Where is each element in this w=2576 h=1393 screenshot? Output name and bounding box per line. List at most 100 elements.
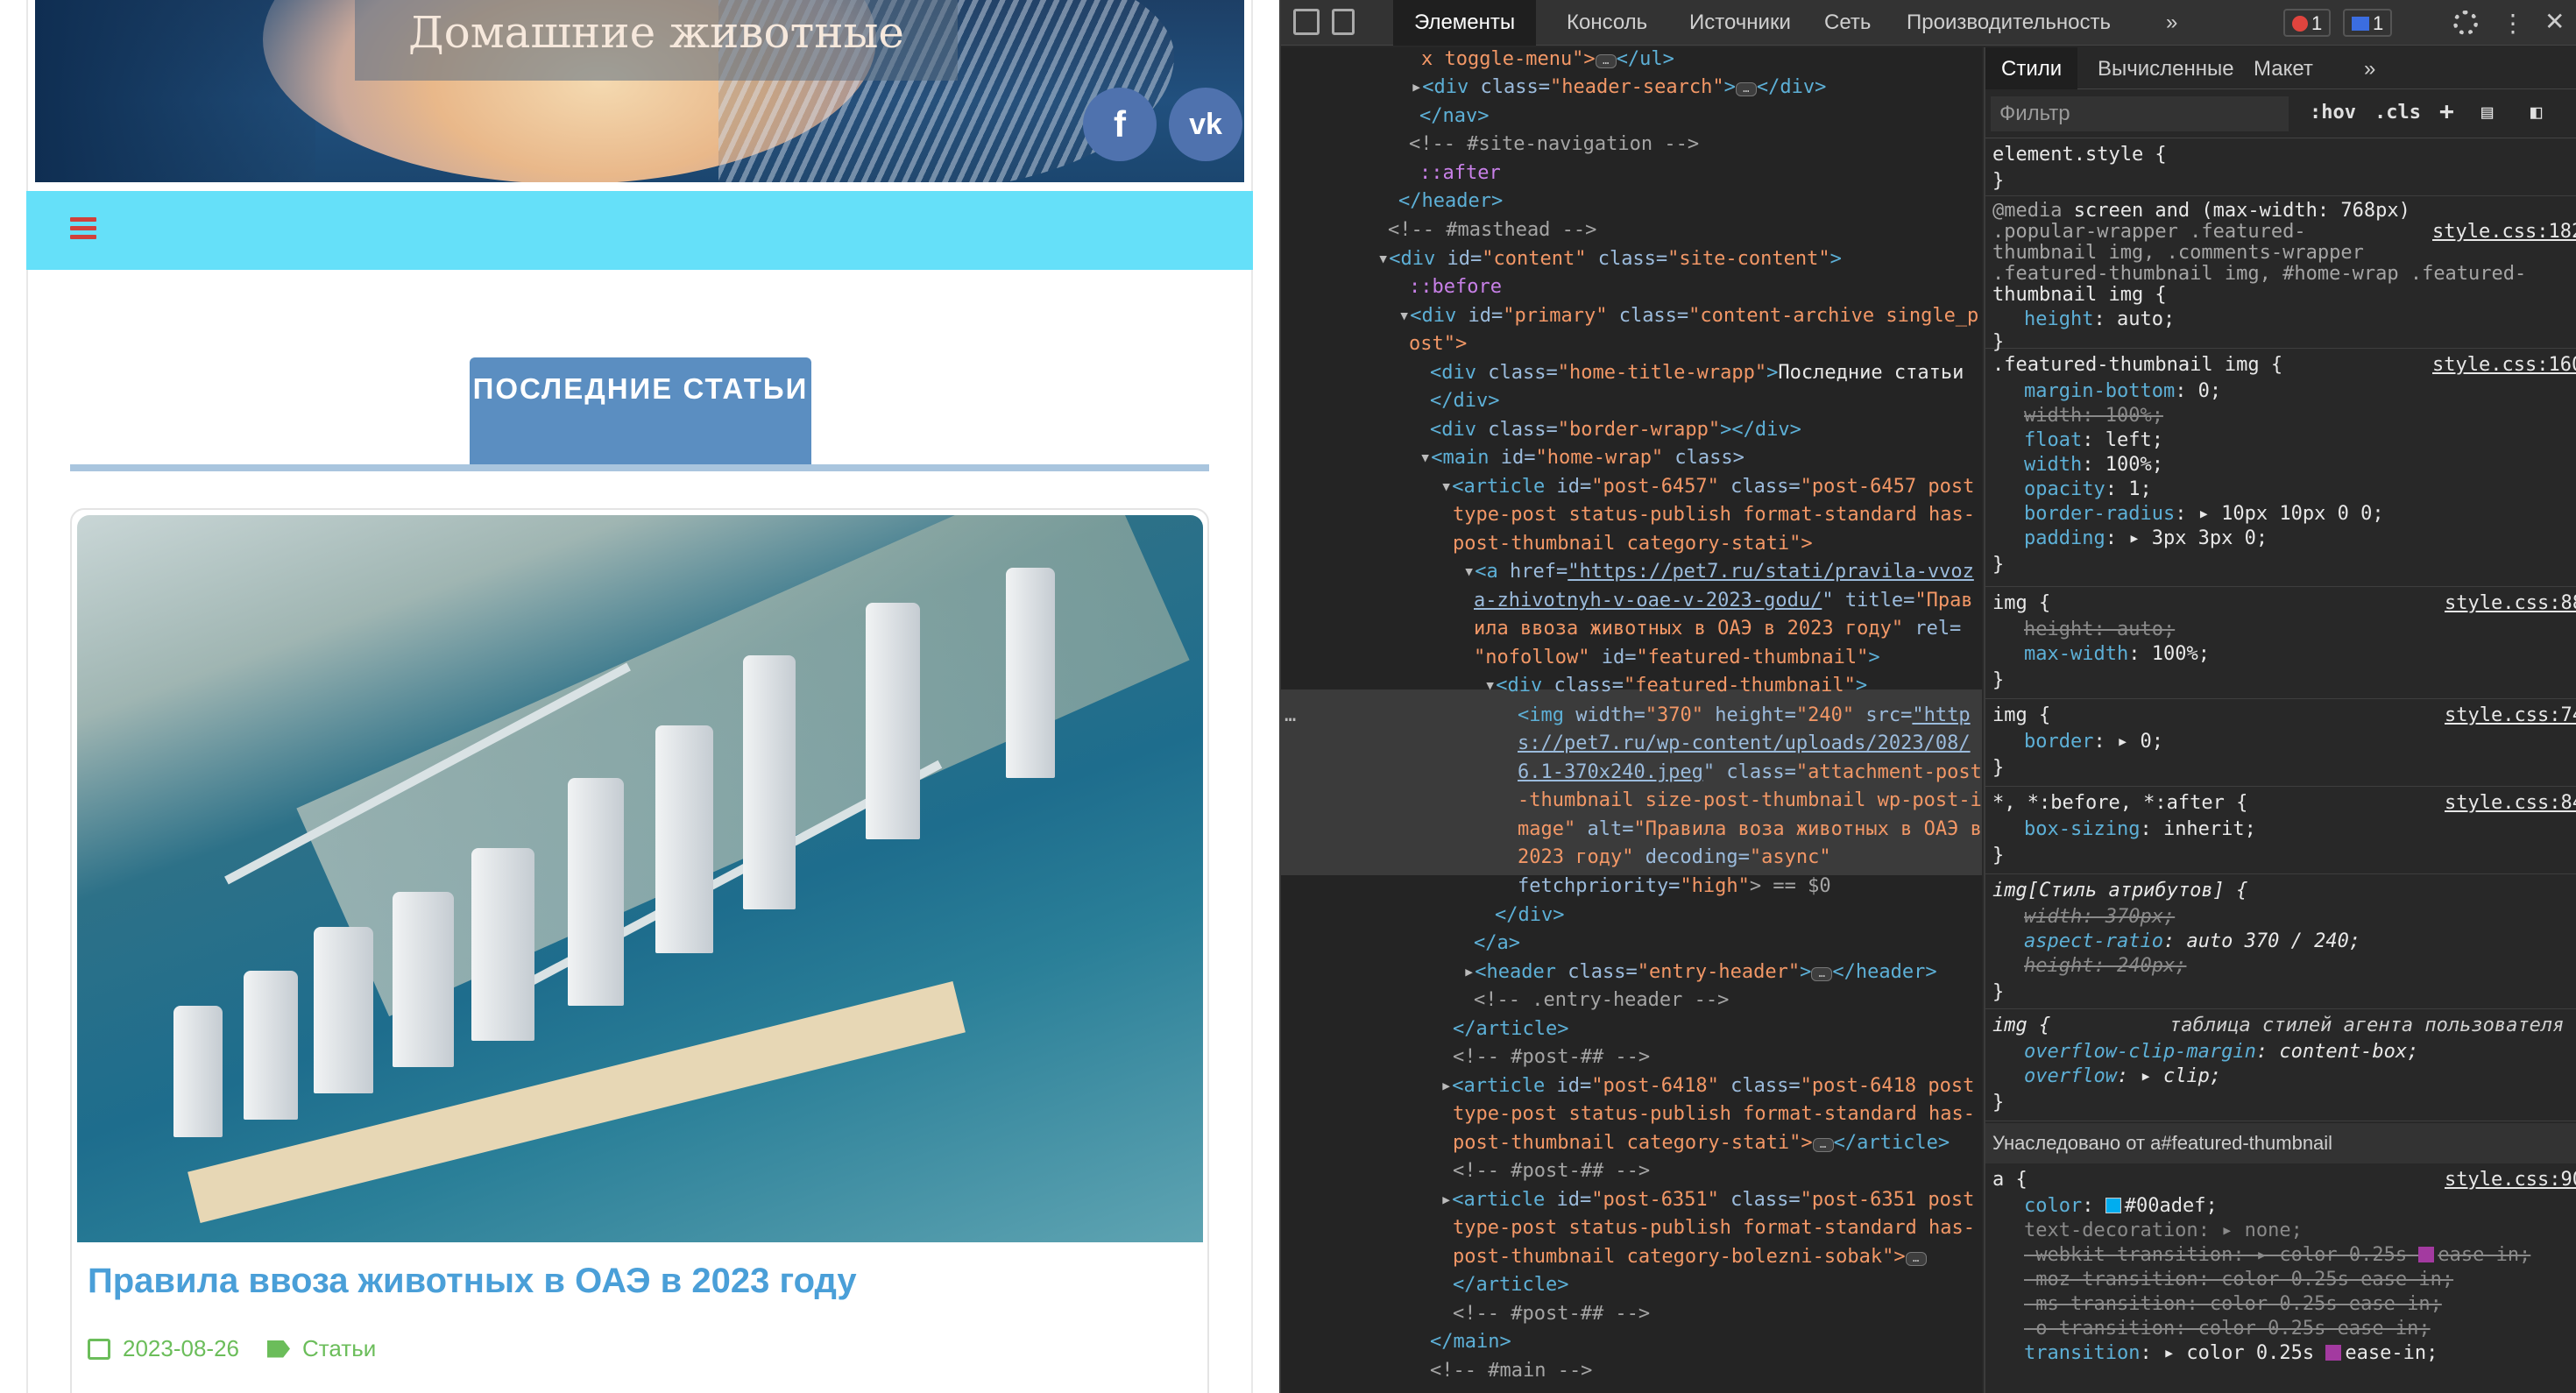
- dom-line[interactable]: ▾<main id="home-wrap" class>: [1419, 444, 1744, 472]
- css-declaration[interactable]: aspect-ratio: auto 370 / 240;: [2024, 930, 2360, 952]
- color-swatch-icon[interactable]: [2105, 1198, 2121, 1213]
- error-count-badge[interactable]: 1: [2283, 9, 2332, 37]
- dom-line[interactable]: ::after: [1419, 159, 1501, 187]
- dom-line[interactable]: post-thumbnail category-stati">: [1453, 530, 1813, 558]
- dom-line[interactable]: ▾<div class="featured-thumbnail">: [1484, 672, 1867, 700]
- dom-line[interactable]: ▾<a href="https://pet7.ru/stati/pravila-…: [1463, 558, 1974, 586]
- close-icon[interactable]: ✕: [2544, 7, 2565, 36]
- post-category-link[interactable]: Статьи: [302, 1335, 376, 1362]
- css-declaration[interactable]: overflow: ▸ clip;: [2024, 1065, 2221, 1087]
- css-declaration[interactable]: overflow-clip-margin: content-box;: [2024, 1041, 2418, 1063]
- dom-line[interactable]: <!-- #post-## -->: [1453, 1157, 1650, 1185]
- dom-line-selected[interactable]: mage" alt="Правила воза животных в ОАЭ в: [1518, 816, 1982, 844]
- css-declaration-overridden[interactable]: -moz-transition: color 0.25s ease-in;: [2024, 1269, 2453, 1290]
- css-declaration-inactive[interactable]: text-decoration: ▸ none;: [2024, 1220, 2303, 1241]
- more-options-icon[interactable]: ⋮: [2501, 9, 2525, 38]
- dom-line[interactable]: <!-- #post-## -->: [1453, 1043, 1650, 1071]
- dom-line[interactable]: <!-- #masthead -->: [1388, 216, 1596, 244]
- toggle-sidebar-icon[interactable]: ◧: [2530, 102, 2542, 124]
- tab-styles[interactable]: Стили: [1985, 47, 2078, 89]
- dom-line-selected[interactable]: 2023 году" decoding="async": [1518, 844, 1831, 872]
- rule-media-featured-thumbnail[interactable]: @media screen and (max-width: 768px) .po…: [1985, 198, 2576, 353]
- rule-source-link[interactable]: style.css:1824: [2432, 221, 2576, 243]
- rule-img-745[interactable]: img { style.css:745 border: ▸ 0; }: [1985, 701, 2576, 787]
- dom-line[interactable]: <!-- #post-## -->: [1453, 1300, 1650, 1328]
- hamburger-menu-icon[interactable]: [70, 217, 96, 240]
- device-toolbar-icon[interactable]: [1332, 9, 1355, 35]
- dom-line[interactable]: <div class="home-title-wrapp">Последние …: [1430, 359, 1964, 387]
- tab-network[interactable]: Сеть: [1824, 11, 1871, 35]
- rule-source-link[interactable]: style.css:1603: [2432, 354, 2576, 376]
- rule-source-link[interactable]: style.css:745: [2445, 704, 2576, 726]
- css-declaration[interactable]: opacity: 1;: [2024, 478, 2152, 500]
- dom-line-selected[interactable]: -thumbnail size-post-thumbnail wp-post-i: [1518, 787, 1982, 815]
- dom-line[interactable]: ▾<article id="post-6457" class="post-645…: [1440, 473, 1974, 501]
- dom-line[interactable]: x toggle-menu">… </ul>: [1421, 47, 1674, 74]
- dom-line[interactable]: type-post status-publish format-standard…: [1453, 1100, 1975, 1128]
- rule-source-link[interactable]: style.css:907: [2445, 1169, 2576, 1191]
- dom-line[interactable]: ▾<div id="primary" class="content-archiv…: [1398, 302, 1978, 330]
- dom-line-selected[interactable]: <img width="370" height="240" src="http: [1518, 702, 1971, 730]
- css-declaration-overridden[interactable]: -ms-transition: color 0.25s ease-in;: [2024, 1293, 2442, 1315]
- dom-line[interactable]: post-thumbnail category-stati">… </articl…: [1453, 1129, 1950, 1157]
- dom-line[interactable]: </nav>: [1419, 103, 1489, 131]
- more-tabs-chevron-icon[interactable]: »: [2364, 57, 2375, 81]
- rule-a-907[interactable]: a { style.css:907 color: #00adef; text-d…: [1985, 1165, 2576, 1393]
- dom-line[interactable]: ▸<header class="entry-header">… </header>: [1463, 958, 1937, 986]
- dom-line[interactable]: ▸<article id="post-6351" class="post-635…: [1440, 1186, 1974, 1214]
- dom-line[interactable]: </article>: [1453, 1015, 1568, 1043]
- dom-line[interactable]: ила ввоза животных в ОАЭ в 2023 году" re…: [1474, 615, 1961, 643]
- dom-line-selected[interactable]: 6.1-370x240.jpeg" class="attachment-post: [1518, 759, 1982, 787]
- dom-line[interactable]: ::before: [1409, 273, 1502, 301]
- dom-line[interactable]: </div>: [1495, 902, 1564, 930]
- inherited-node-link[interactable]: a#featured-thumbnail: [2150, 1132, 2332, 1154]
- node-ellipsis-icon[interactable]: …: [1284, 702, 1296, 730]
- settings-gear-icon[interactable]: [2453, 11, 2478, 35]
- dom-line[interactable]: type-post status-publish format-standard…: [1453, 1214, 1975, 1242]
- site-title[interactable]: Домашние животные: [355, 7, 958, 58]
- featured-thumbnail[interactable]: [77, 515, 1203, 1242]
- tab-layout[interactable]: Макет: [2254, 57, 2313, 81]
- hov-toggle[interactable]: :hov: [2310, 102, 2356, 124]
- easing-swatch-icon[interactable]: [2418, 1247, 2435, 1262]
- tab-elements[interactable]: Элементы: [1393, 0, 1537, 46]
- rule-img-attribute-styles[interactable]: img[Стиль атрибутов] { width: 370px; asp…: [1985, 876, 2576, 1009]
- dom-line[interactable]: <!-- #main -->: [1430, 1357, 1592, 1385]
- tab-sources[interactable]: Источники: [1689, 11, 1791, 35]
- css-declaration[interactable]: margin-bottom: 0;: [2024, 380, 2221, 402]
- facebook-icon[interactable]: f: [1083, 88, 1157, 161]
- css-declaration[interactable]: box-sizing: inherit;: [2024, 818, 2256, 840]
- css-declaration[interactable]: width: 100%;: [2024, 454, 2163, 476]
- more-tabs-chevron-icon[interactable]: »: [2166, 11, 2177, 35]
- message-count-badge[interactable]: 1: [2343, 9, 2393, 37]
- css-declaration[interactable]: height: auto;: [2024, 308, 2175, 330]
- dom-line[interactable]: ▸<div class="header-search">… </div>: [1411, 74, 1826, 102]
- dom-line[interactable]: ▸<article id="post-6418" class="post-641…: [1440, 1072, 1974, 1100]
- post-title-link[interactable]: Правила ввоза животных в ОАЭ в 2023 году: [88, 1262, 857, 1301]
- css-declaration-overridden[interactable]: width: 100%;: [2024, 405, 2163, 427]
- dom-line-selected[interactable]: s://pet7.ru/wp-content/uploads/2023/08/: [1518, 730, 1971, 758]
- cls-toggle[interactable]: .cls: [2374, 102, 2421, 124]
- css-declaration-overridden[interactable]: -o-transition: color 0.25s ease-in;: [2024, 1318, 2431, 1340]
- dom-line[interactable]: ▾<div id="content" class="site-content">: [1377, 245, 1842, 273]
- dom-line[interactable]: </header>: [1398, 187, 1503, 216]
- css-declaration[interactable]: padding: ▸ 3px 3px 0;: [2024, 527, 2268, 549]
- css-declaration[interactable]: border: ▸ 0;: [2024, 731, 2163, 753]
- css-declaration-overridden[interactable]: height: auto;: [2024, 619, 2175, 640]
- paint-brush-icon[interactable]: ▤: [2481, 102, 2493, 124]
- rule-featured-thumbnail-img[interactable]: .featured-thumbnail img { style.css:1603…: [1985, 350, 2576, 587]
- css-declaration[interactable]: border-radius: ▸ 10px 10px 0 0;: [2024, 503, 2384, 525]
- rule-universal-box-sizing[interactable]: *, *:before, *:after { style.css:846 box…: [1985, 788, 2576, 874]
- tab-performance[interactable]: Производительность: [1907, 11, 2111, 35]
- rule-source-link[interactable]: style.css:889: [2445, 592, 2576, 614]
- rule-img-user-agent[interactable]: img { таблица стилей агента пользователя…: [1985, 1011, 2576, 1121]
- dom-line[interactable]: a-zhivotnyh-v-oae-v-2023-godu/" title="П…: [1474, 587, 1973, 615]
- css-declaration[interactable]: color: #00adef;: [2024, 1195, 2218, 1217]
- dom-line[interactable]: ost">: [1409, 330, 1467, 358]
- css-declaration[interactable]: float: left;: [2024, 429, 2163, 451]
- rule-img-889[interactable]: img { style.css:889 height: auto; max-wi…: [1985, 589, 2576, 699]
- dom-line[interactable]: <!-- .entry-header -->: [1474, 986, 1729, 1015]
- styles-filter-input[interactable]: Фильтр: [1991, 96, 2289, 131]
- dom-line-selected[interactable]: fetchpriority="high"> == $0: [1518, 873, 1831, 901]
- css-declaration-overridden[interactable]: -webkit-transition: ▸ color 0.25s ease-i…: [2024, 1244, 2530, 1266]
